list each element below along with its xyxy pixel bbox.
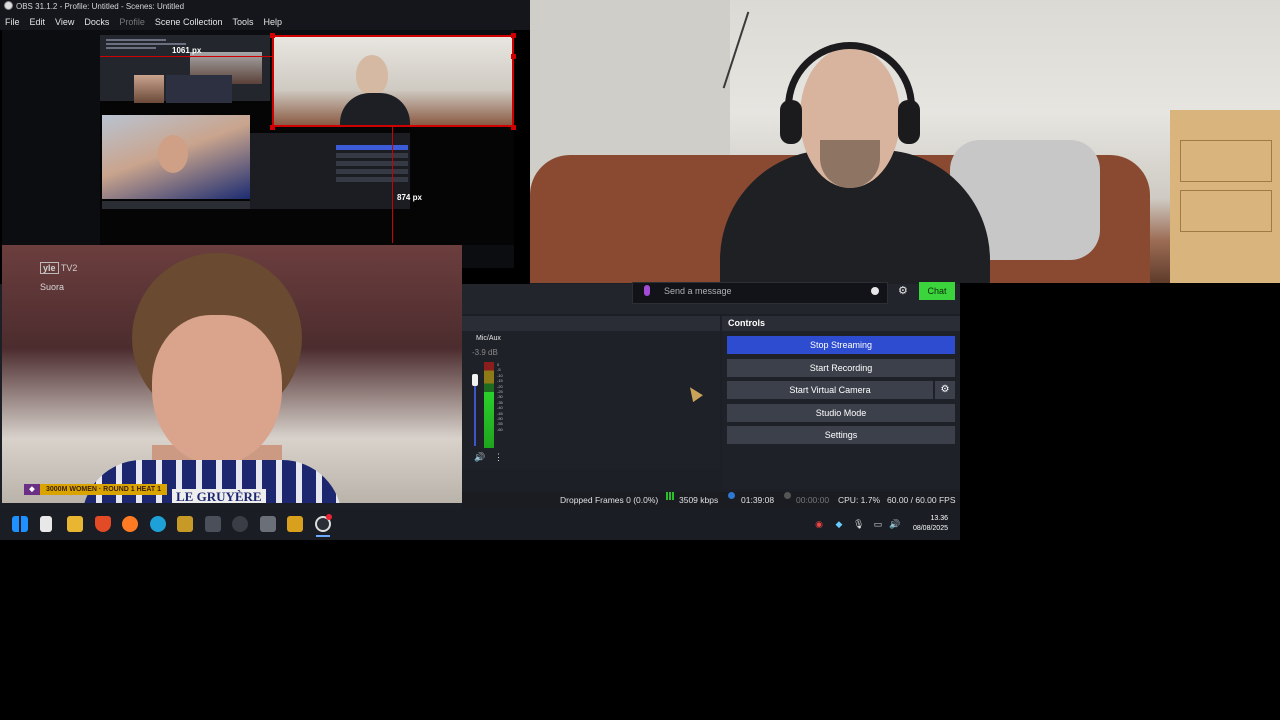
start-virtual-camera-button[interactable]: Start Virtual Camera [727,381,933,399]
channel-name: TV2 [60,263,78,273]
tray-network-icon[interactable]: ◆ [834,519,844,529]
tray-volume-icon[interactable]: 🔊 [889,519,900,529]
settings-gear-app-icon[interactable] [205,516,221,532]
cpu-usage: CPU: 1.7% [838,495,881,505]
sponsor-text: LE GRUYÈRE [172,489,266,503]
nested-thumb-runner [134,75,164,103]
active-app-indicator [316,535,330,537]
audio-level-fill [484,392,494,448]
lower-third: ◆ 3000M WOMEN · ROUND 1 HEAT 1 [24,484,167,495]
file-explorer-icon[interactable] [67,516,83,532]
status-bar: Dropped Frames 0 (0.0%) 3509 kbps 01:39:… [462,492,960,509]
mic-aux-label: Mic/Aux [476,335,501,342]
stop-streaming-button[interactable]: Stop Streaming [727,336,955,354]
meter-tick-label: -60 [497,426,503,432]
audio-mixer-header [462,316,720,331]
resize-handle[interactable] [270,125,275,130]
resize-handle[interactable] [511,125,516,130]
resize-handle[interactable] [270,33,275,38]
menu-tools[interactable]: Tools [227,14,258,30]
meter-scale: 0 -5 -10 -15 -20 -25 -30 -35 -40 -45 -50 -55 -60 [497,362,509,432]
chat-settings-gear-icon[interactable]: ⚙ [898,284,908,297]
game-app-icon[interactable] [260,516,276,532]
dropped-frames: Dropped Frames 0 (0.0%) [560,495,659,505]
settings-button[interactable]: Settings [727,426,955,444]
lower-third-caption: 3000M WOMEN · ROUND 1 HEAT 1 [40,484,167,495]
firefox-icon[interactable] [122,516,138,532]
nested-thumb-obs [166,75,232,103]
menu-profile[interactable]: Profile [114,14,150,30]
controls-title: Controls [722,316,960,331]
windows-start-icon[interactable] [12,516,28,532]
title-bar: OBS 31.1.2 - Profile: Untitled - Scenes:… [0,0,530,14]
menu-bar: File Edit View Docks Profile Scene Colle… [0,14,530,30]
resize-handle[interactable] [511,54,516,59]
event-logo-icon: ◆ [24,484,40,495]
chat-placeholder: Send a message [664,286,732,296]
stream-time: 01:39:08 [741,495,775,505]
selection-guide-horizontal [100,56,272,57]
brave-browser-icon[interactable] [95,516,111,532]
app-icon[interactable] [232,516,248,532]
yle-logo: yle [40,262,59,274]
tray-security-icon[interactable]: ◉ [814,519,824,529]
tray-microphone-icon[interactable]: 🎙 [853,519,864,529]
obs-recording-badge [326,514,332,520]
bitrate: 3509 kbps [679,495,719,505]
runner-video-source[interactable]: LE GRUYÈRE yle TV2 Suora ◆ 3000M WOMEN ·… [2,245,462,503]
virtual-camera-settings-gear-icon[interactable]: ⚙ [935,381,955,399]
menu-docks[interactable]: Docks [79,14,114,30]
menu-scene-collection[interactable]: Scene Collection [150,14,228,30]
edge-icon[interactable] [150,516,166,532]
webcam-feed [530,0,1280,283]
mic-volume-db: -3.9 dB [472,348,498,357]
emoji-icon[interactable] [871,287,879,295]
start-recording-button[interactable]: Start Recording [727,359,955,377]
notepad-icon[interactable] [40,516,52,532]
app-icon[interactable] [177,516,193,532]
speaker-mute-icon[interactable]: 🔊 [474,452,485,463]
live-label: Suora [40,282,65,292]
clock[interactable]: 13.36 08/08/2025 [904,514,948,534]
menu-view[interactable]: View [50,14,79,30]
height-guide-label: 874 px [397,193,422,202]
tray-display-icon[interactable]: ▭ [873,519,883,529]
resize-handle[interactable] [511,33,516,38]
menu-file[interactable]: File [0,14,25,30]
channel-logo: yle TV2 [40,262,77,274]
clock-date: 08/08/2025 [912,525,948,532]
obs-logo-icon [4,1,13,10]
nested-taskbar [102,201,250,209]
nested-runner-video [102,115,250,199]
menu-help[interactable]: Help [258,14,287,30]
chat-send-button[interactable]: Chat [919,282,955,300]
window-title: OBS 31.1.2 - Profile: Untitled - Scenes:… [16,2,185,11]
width-guide-label: 1061 px [172,46,202,55]
selection-guide-vertical [392,127,393,243]
nested-obs-controls [250,133,410,209]
microphone-icon[interactable] [644,285,650,296]
record-time: 00:00:00 [796,495,830,505]
menu-edit[interactable]: Edit [25,14,51,30]
fps: 60.00 / 60.00 FPS [887,495,956,505]
audio-level-meter [484,362,494,448]
volume-fader-knob[interactable] [472,374,478,386]
clock-time: 13.36 [930,515,948,522]
more-options-icon[interactable]: ⋮ [494,452,503,463]
webcam-source-selected[interactable] [272,35,514,127]
folder-app-icon[interactable] [287,516,303,532]
studio-mode-button[interactable]: Studio Mode [727,404,955,422]
